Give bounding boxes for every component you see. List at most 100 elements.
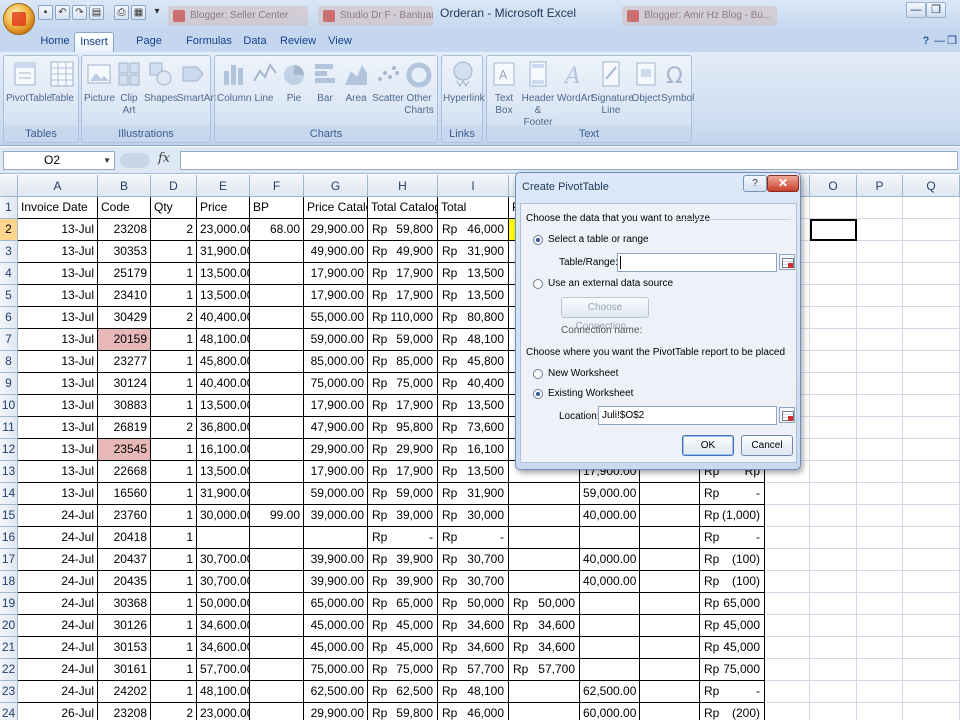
date-cell[interactable]: 24-Jul: [18, 549, 98, 571]
text-box-button[interactable]: A Text Box: [489, 59, 519, 117]
price-cell[interactable]: 31,900.00: [197, 241, 250, 263]
k-cell[interactable]: 60,000.00: [580, 703, 640, 720]
insert-function-icon[interactable]: fx: [158, 151, 170, 166]
column-header[interactable]: P: [857, 175, 903, 197]
price-cell[interactable]: 13,500.00: [197, 285, 250, 307]
row-header[interactable]: 14: [0, 483, 18, 505]
row-header[interactable]: 10: [0, 395, 18, 417]
l-cell[interactable]: [640, 571, 700, 593]
table-header-cell[interactable]: Total: [438, 197, 509, 219]
date-cell[interactable]: 24-Jul: [18, 659, 98, 681]
row-header[interactable]: 13: [0, 461, 18, 483]
code-cell[interactable]: 16560: [98, 483, 151, 505]
save-icon[interactable]: ▪: [38, 5, 53, 20]
l-cell[interactable]: [640, 593, 700, 615]
l-cell[interactable]: [640, 615, 700, 637]
price-catalog-cell[interactable]: 17,900.00: [304, 285, 368, 307]
price-catalog-cell[interactable]: 29,900.00: [304, 219, 368, 241]
total-catalog-cell[interactable]: Rp 110,000: [368, 307, 438, 329]
qty-cell[interactable]: 1: [151, 549, 197, 571]
bp-cell[interactable]: 99.00: [250, 505, 304, 527]
p-cell[interactable]: Rp 50,000: [509, 593, 580, 615]
row-header[interactable]: 4: [0, 263, 18, 285]
code-cell[interactable]: 20159: [98, 329, 151, 351]
location-input[interactable]: Juli!$O$2: [598, 406, 777, 425]
active-cell-o2[interactable]: [810, 219, 857, 241]
l-cell[interactable]: [640, 703, 700, 720]
date-cell[interactable]: 13-Jul: [18, 483, 98, 505]
formula-input[interactable]: [180, 151, 958, 170]
l-cell[interactable]: [640, 549, 700, 571]
total-catalog-cell[interactable]: Rp 65,000: [368, 593, 438, 615]
name-box[interactable]: O2 ▼: [3, 151, 115, 170]
total-cell[interactable]: Rp 13,500: [438, 285, 509, 307]
row-header[interactable]: 2: [0, 219, 18, 241]
price-cell[interactable]: 30,700.00: [197, 549, 250, 571]
quick-access-icon[interactable]: ▤: [89, 5, 104, 20]
l-cell[interactable]: [640, 681, 700, 703]
l-cell[interactable]: [640, 527, 700, 549]
total-catalog-cell[interactable]: Rp 95,800: [368, 417, 438, 439]
l-cell[interactable]: [640, 483, 700, 505]
price-catalog-cell[interactable]: 39,900.00: [304, 571, 368, 593]
row-header[interactable]: 17: [0, 549, 18, 571]
p-cell[interactable]: [509, 571, 580, 593]
total-catalog-cell[interactable]: Rp 45,000: [368, 637, 438, 659]
qty-cell[interactable]: 2: [151, 417, 197, 439]
other-charts-button[interactable]: Other Charts: [403, 59, 435, 117]
total-cell[interactable]: Rp 30,700: [438, 571, 509, 593]
price-cell[interactable]: 48,100.00: [197, 329, 250, 351]
qty-cell[interactable]: 1: [151, 329, 197, 351]
price-catalog-cell[interactable]: 47,900.00: [304, 417, 368, 439]
code-cell[interactable]: 23760: [98, 505, 151, 527]
table-header-cell[interactable]: Invoice Date: [18, 197, 98, 219]
table-range-input[interactable]: [617, 253, 777, 272]
qty-cell[interactable]: 1: [151, 615, 197, 637]
qty-cell[interactable]: 1: [151, 681, 197, 703]
row-header[interactable]: 20: [0, 615, 18, 637]
m-cell[interactable]: Rp (1,000): [700, 505, 765, 527]
code-cell[interactable]: 26819: [98, 417, 151, 439]
k-cell[interactable]: [580, 593, 640, 615]
price-cell[interactable]: 40,400.00: [197, 373, 250, 395]
total-catalog-cell[interactable]: Rp 17,900: [368, 395, 438, 417]
table-header-cell[interactable]: Qty: [151, 197, 197, 219]
select-range-label[interactable]: Select a table or range: [548, 234, 649, 245]
total-cell[interactable]: Rp -: [438, 527, 509, 549]
row-header[interactable]: 19: [0, 593, 18, 615]
qty-cell[interactable]: 2: [151, 219, 197, 241]
total-cell[interactable]: Rp 16,100: [438, 439, 509, 461]
price-cell[interactable]: 23,000.00: [197, 219, 250, 241]
total-cell[interactable]: Rp 48,100: [438, 681, 509, 703]
price-catalog-cell[interactable]: 65,000.00: [304, 593, 368, 615]
k-cell[interactable]: [580, 615, 640, 637]
qty-cell[interactable]: 1: [151, 505, 197, 527]
row-header[interactable]: 16: [0, 527, 18, 549]
qty-cell[interactable]: 1: [151, 461, 197, 483]
column-chart-button[interactable]: Column: [217, 59, 251, 105]
code-cell[interactable]: 20418: [98, 527, 151, 549]
code-cell[interactable]: 30126: [98, 615, 151, 637]
total-cell[interactable]: Rp 73,600: [438, 417, 509, 439]
table-header-cell[interactable]: Total Catalog: [368, 197, 438, 219]
tab-data[interactable]: Data: [240, 32, 270, 52]
total-catalog-cell[interactable]: Rp 75,000: [368, 659, 438, 681]
qty-cell[interactable]: 2: [151, 703, 197, 720]
k-cell[interactable]: 40,000.00: [580, 505, 640, 527]
print-icon[interactable]: ⎙: [114, 5, 129, 20]
price-cell[interactable]: 34,600.00: [197, 637, 250, 659]
bp-cell[interactable]: [250, 373, 304, 395]
p-cell[interactable]: Rp 57,700: [509, 659, 580, 681]
tab-review[interactable]: Review: [280, 32, 316, 52]
shapes-button[interactable]: Shapes: [144, 59, 178, 105]
customize-qat-icon[interactable]: ▾: [152, 5, 162, 20]
total-cell[interactable]: Rp 46,000: [438, 703, 509, 720]
l-cell[interactable]: [640, 659, 700, 681]
bp-cell[interactable]: 68.00: [250, 219, 304, 241]
column-header[interactable]: Q: [903, 175, 960, 197]
price-cell[interactable]: 30,700.00: [197, 571, 250, 593]
date-cell[interactable]: 13-Jul: [18, 351, 98, 373]
existing-worksheet-label[interactable]: Existing Worksheet: [548, 388, 633, 399]
price-cell[interactable]: 30,000.00: [197, 505, 250, 527]
total-catalog-cell[interactable]: Rp -: [368, 527, 438, 549]
